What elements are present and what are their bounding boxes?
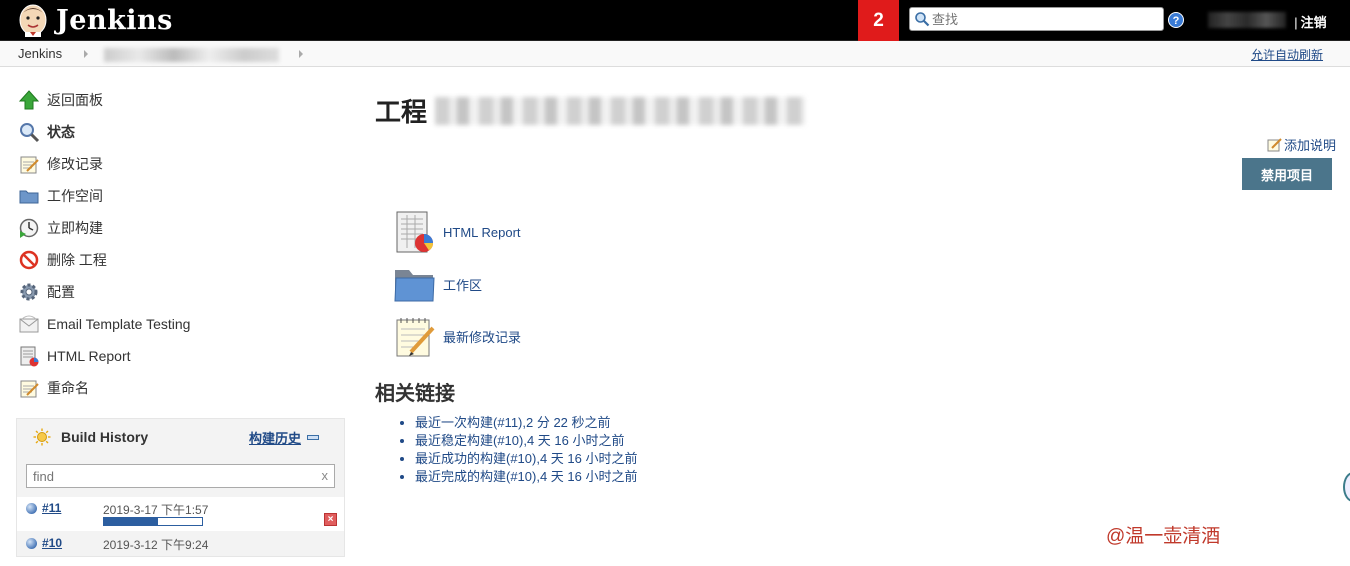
- breadcrumb: Jenkins 允许自动刷新: [0, 41, 1350, 67]
- related-link[interactable]: 最近稳定构建(#10),4 天 16 小时之前: [415, 433, 625, 448]
- sidebar-item-delete-project[interactable]: 删除 工程: [18, 244, 328, 276]
- breadcrumb-arrow-icon[interactable]: [299, 50, 303, 58]
- clock-icon: [19, 218, 39, 238]
- build-date[interactable]: 2019-3-12 下午9:24: [103, 536, 208, 553]
- main-link-html-report[interactable]: HTML Report: [393, 210, 521, 254]
- user-name-redacted[interactable]: [1208, 12, 1286, 28]
- disable-project-button[interactable]: 禁用项目: [1242, 158, 1332, 190]
- list-item: 最近成功的构建(#10),4 天 16 小时之前: [415, 450, 638, 468]
- breadcrumb-arrow-icon[interactable]: [84, 50, 88, 58]
- envelope-icon: [19, 315, 39, 333]
- clear-filter-icon[interactable]: x: [322, 468, 329, 483]
- project-name-redacted: [435, 96, 806, 125]
- notepad-icon: [20, 380, 39, 398]
- main-link-label[interactable]: 最新修改记录: [443, 327, 521, 346]
- sidebar-item-status[interactable]: 状态: [18, 116, 328, 148]
- breadcrumb-project-redacted[interactable]: [104, 48, 279, 62]
- main-link-label[interactable]: HTML Report: [443, 225, 521, 240]
- folder-icon: [394, 270, 435, 302]
- edit-pencil-icon: [1267, 138, 1282, 152]
- sidebar-item-email-template-testing[interactable]: Email Template Testing: [18, 308, 328, 340]
- sidebar-item-label[interactable]: HTML Report: [47, 348, 131, 364]
- collapse-icon[interactable]: [307, 435, 319, 440]
- sidebar-item-back-to-dashboard[interactable]: 返回面板: [18, 84, 328, 116]
- sidebar-item-label[interactable]: 工作空间: [47, 186, 103, 206]
- sidebar-item-label[interactable]: Email Template Testing: [47, 316, 190, 332]
- page-title: 工程: [375, 92, 806, 129]
- sidebar-tasks: 返回面板 状态 修改记录 工作空间 立即构建 删除 工程 配置 Email Te…: [18, 84, 328, 404]
- list-item: 最近完成的构建(#10),4 天 16 小时之前: [415, 468, 638, 486]
- magnifier-icon: [20, 123, 40, 143]
- jenkins-butler-icon: [19, 4, 47, 37]
- related-link[interactable]: 最近成功的构建(#10),4 天 16 小时之前: [415, 451, 638, 466]
- report-icon: [20, 346, 39, 367]
- sidebar-item-rename[interactable]: 重命名: [18, 372, 328, 404]
- build-date[interactable]: 2019-3-17 下午1:57: [103, 501, 208, 518]
- main-link-recent-changes[interactable]: 最新修改记录: [393, 314, 521, 358]
- floating-widget-icon[interactable]: [1343, 472, 1350, 502]
- build-filter-input[interactable]: [33, 468, 313, 484]
- build-row: #11 2019-3-17 下午1:57 ×: [17, 497, 344, 531]
- sidebar-item-label[interactable]: 配置: [47, 282, 75, 302]
- build-progress-bar[interactable]: [103, 517, 203, 526]
- search-box[interactable]: [909, 7, 1164, 31]
- blue-ball-status-icon: [26, 538, 37, 549]
- build-number-link[interactable]: #10: [42, 536, 62, 550]
- jenkins-logo[interactable]: Jenkins: [16, 3, 173, 37]
- logout-link[interactable]: | 注销: [1294, 12, 1327, 31]
- sidebar-item-label[interactable]: 修改记录: [47, 154, 103, 174]
- related-links-list: 最近一次构建(#11),2 分 22 秒之前 最近稳定构建(#10),4 天 1…: [415, 414, 638, 486]
- main-link-label[interactable]: 工作区: [443, 275, 482, 294]
- related-links-title: 相关链接: [375, 383, 455, 405]
- sidebar-item-build-now[interactable]: 立即构建: [18, 212, 328, 244]
- gear-icon: [20, 283, 38, 301]
- notification-badge[interactable]: 2: [858, 0, 899, 41]
- no-entry-icon: [19, 250, 39, 270]
- sidebar-item-workspace[interactable]: 工作空间: [18, 180, 328, 212]
- build-trend-link[interactable]: 构建历史: [249, 428, 301, 447]
- build-history-panel: Build History 构建历史 x #11 2019-3-17 下午1:5…: [16, 418, 345, 557]
- build-number-link[interactable]: #11: [42, 501, 61, 515]
- page-header: Jenkins 2 ? |注销: [0, 0, 1350, 41]
- notepad-icon: [20, 156, 39, 174]
- sidebar-item-label[interactable]: 立即构建: [47, 218, 103, 238]
- folder-icon: [19, 190, 39, 204]
- help-icon[interactable]: ?: [1168, 12, 1184, 28]
- sidebar-item-label[interactable]: 删除 工程: [47, 250, 107, 270]
- search-input[interactable]: [932, 11, 1152, 27]
- watermark-text: @温一壶清酒: [1106, 526, 1221, 547]
- sun-weather-icon: [33, 428, 51, 446]
- page-title-prefix: 工程: [375, 97, 428, 127]
- auto-refresh-link[interactable]: 允许自动刷新: [1251, 46, 1323, 63]
- add-description[interactable]: 添加说明: [1267, 135, 1336, 154]
- sidebar-item-configure[interactable]: 配置: [18, 276, 328, 308]
- build-filter-box[interactable]: x: [26, 464, 335, 488]
- logo-text: Jenkins: [56, 4, 173, 36]
- up-arrow-icon: [18, 90, 40, 110]
- notepad-icon: [396, 318, 435, 357]
- search-icon: [915, 12, 930, 27]
- build-row: #10 2019-3-12 下午9:24: [17, 532, 344, 566]
- sidebar-item-changes[interactable]: 修改记录: [18, 148, 328, 180]
- stop-build-icon[interactable]: ×: [324, 513, 337, 526]
- sidebar-item-label[interactable]: 重命名: [47, 378, 89, 398]
- related-link[interactable]: 最近一次构建(#11),2 分 22 秒之前: [415, 415, 611, 430]
- main-link-workspace[interactable]: 工作区: [393, 262, 482, 306]
- logout-label: 注销: [1300, 15, 1327, 30]
- add-description-link[interactable]: 添加说明: [1284, 135, 1336, 154]
- build-progress-fill: [104, 518, 158, 525]
- list-item: 最近一次构建(#11),2 分 22 秒之前: [415, 414, 638, 432]
- breadcrumb-root[interactable]: Jenkins: [18, 46, 62, 61]
- build-history-title: Build History: [61, 429, 149, 445]
- sidebar-item-html-report[interactable]: HTML Report: [18, 340, 328, 372]
- report-icon: [396, 211, 433, 253]
- sidebar-item-label[interactable]: 状态: [47, 122, 75, 142]
- sidebar-item-label[interactable]: 返回面板: [47, 90, 103, 110]
- list-item: 最近稳定构建(#10),4 天 16 小时之前: [415, 432, 638, 450]
- blue-ball-status-icon: [26, 503, 37, 514]
- related-link[interactable]: 最近完成的构建(#10),4 天 16 小时之前: [415, 469, 638, 484]
